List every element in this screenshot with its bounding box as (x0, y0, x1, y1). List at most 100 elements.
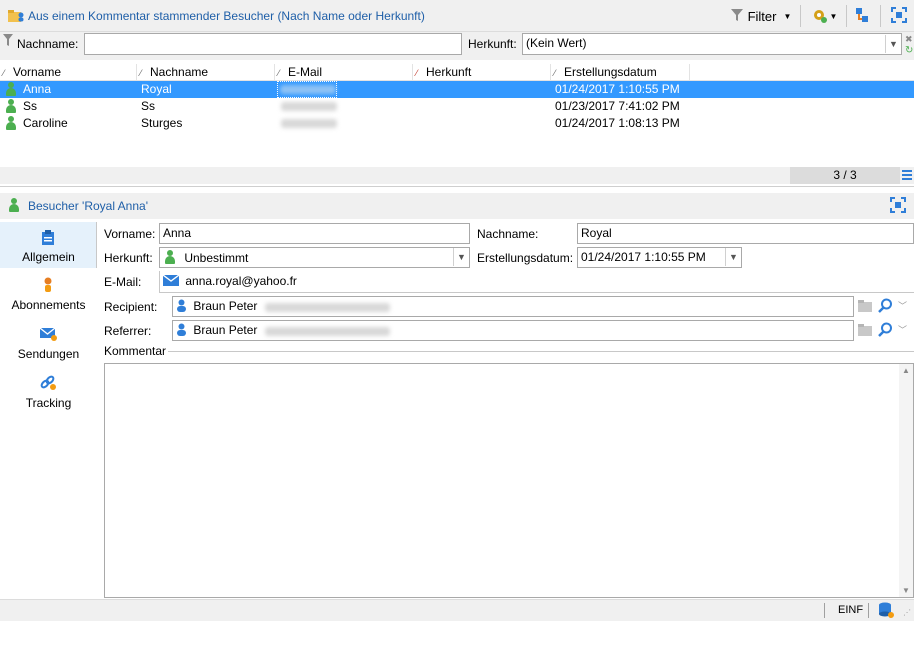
chevron-down-icon[interactable]: ▼ (885, 35, 901, 53)
sort-icon: ⁄ (3, 68, 5, 78)
chevron-down-icon[interactable]: ▼ (725, 248, 741, 266)
email-label: E-Mail: (104, 275, 142, 289)
herkunft-filter-value: (Kein Wert) (526, 36, 587, 50)
sort-icon: ⁄ (140, 68, 142, 78)
clear-filter-icon[interactable]: ✖ (905, 34, 913, 45)
erstellungsdatum-field[interactable]: 01/24/2017 1:10:55 PM ▼ (577, 247, 742, 268)
sort-icon: ⁄ (278, 68, 280, 78)
workflow-button[interactable] (852, 5, 872, 27)
erstellungsdatum-value: 01/24/2017 1:10:55 PM (581, 250, 706, 264)
person-icon (164, 250, 176, 264)
nav-label: Sendungen (17, 347, 80, 361)
expand-icon[interactable] (890, 197, 906, 216)
funnel-icon (3, 34, 13, 49)
grid-header: ⁄ Vorname ⁄ Nachname ⁄ E-Mail ⁄ Herkunft… (0, 64, 914, 81)
gear-icon (811, 7, 827, 26)
table-row[interactable]: Ss Ss 01/23/2017 7:41:02 PM (0, 98, 914, 115)
erstellungsdatum-label: Erstellungsdatum: (477, 251, 574, 265)
cell-erstellungsdatum: 01/24/2017 1:10:55 PM (555, 82, 680, 96)
vorname-field[interactable]: Anna (159, 223, 470, 244)
splitter[interactable] (0, 186, 914, 187)
status-mode: EINF (838, 604, 864, 616)
cell-vorname: Anna (23, 82, 52, 96)
window-title: Aus einem Kommentar stammender Besucher … (28, 9, 425, 23)
folder-icon[interactable] (858, 324, 872, 339)
toolbar-separator (800, 5, 801, 27)
actions-button[interactable]: ▼ (806, 5, 842, 27)
folder-icon[interactable] (858, 300, 872, 315)
table-row[interactable]: Anna Royal 01/24/2017 1:10:55 PM (0, 81, 914, 98)
referrer-email-blurred (265, 327, 390, 336)
filter-button[interactable]: Filter ▼ (726, 5, 796, 27)
envelope-icon (39, 327, 57, 344)
filter-bar: Nachname: Herkunft: (Kein Wert) ▼ ✖ ↻ (0, 32, 914, 60)
workflow-icon (855, 7, 869, 26)
kommentar-textarea[interactable] (104, 363, 914, 598)
nav-allgemein[interactable]: Allgemein (0, 222, 97, 268)
column-header-herkunft[interactable]: ⁄ Herkunft (413, 64, 551, 81)
link-icon (39, 375, 57, 394)
nav-sendungen[interactable]: Sendungen (0, 319, 97, 365)
column-header-vorname[interactable]: ⁄ Vorname (0, 64, 137, 81)
chevron-down-icon: ▼ (783, 11, 792, 21)
kommentar-divider (168, 351, 914, 352)
nav-abonnements[interactable]: Abonnements (0, 270, 97, 316)
cell-nachname: Sturges (141, 116, 183, 130)
window-toolbar: Aus einem Kommentar stammender Besucher … (0, 0, 914, 32)
nachname-field[interactable]: Royal (577, 223, 914, 244)
column-header-email[interactable]: ⁄ E-Mail (275, 64, 413, 81)
cell-email (277, 115, 337, 132)
chevron-down-icon[interactable]: ﹀ (898, 299, 907, 312)
expand-icon (891, 6, 907, 26)
database-icon[interactable] (878, 602, 894, 621)
recipient-label: Recipient: (104, 300, 158, 314)
search-icon[interactable] (878, 298, 893, 316)
chevron-down-icon[interactable]: ▼ (453, 248, 469, 266)
refresh-icon[interactable]: ↻ (905, 45, 913, 56)
email-field[interactable]: anna.royal@yahoo.fr (159, 271, 914, 293)
person-pin-icon (42, 277, 54, 296)
status-separator (824, 603, 825, 618)
nav-tracking[interactable]: Tracking (0, 368, 97, 414)
recipient-value: Braun Peter (193, 299, 258, 313)
recipient-email-blurred (265, 303, 390, 312)
nachname-filter-input[interactable] (84, 33, 462, 55)
chevron-up-icon[interactable]: ▲ (902, 366, 910, 375)
cell-vorname: Caroline (23, 116, 68, 130)
column-header-nachname[interactable]: ⁄ Nachname (137, 64, 275, 81)
cell-nachname: Royal (141, 82, 172, 96)
sort-icon: ⁄ (554, 68, 556, 78)
nav-label: Allgemein (22, 250, 75, 264)
detail-header: Besucher 'Royal Anna' (0, 193, 914, 219)
scrollbar[interactable]: ▲ ▼ (899, 364, 913, 597)
record-count: 3 / 3 (790, 167, 900, 184)
herkunft-filter-select[interactable]: (Kein Wert) ▼ (522, 33, 902, 55)
chevron-down-icon[interactable]: ▼ (902, 586, 910, 595)
nachname-label: Nachname: (477, 227, 539, 241)
resize-grip-icon[interactable]: ⋰ (903, 608, 911, 617)
chevron-down-icon[interactable]: ﹀ (898, 323, 907, 336)
herkunft-label: Herkunft: (104, 251, 153, 265)
cell-vorname: Ss (23, 99, 38, 113)
nav-label: Tracking (25, 396, 72, 410)
table-row[interactable]: Caroline Sturges 01/24/2017 1:08:13 PM (0, 115, 914, 132)
kommentar-label: Kommentar (104, 344, 170, 358)
cell-email (277, 98, 337, 115)
herkunft-value: Unbestimmt (184, 251, 249, 265)
menu-lines-icon[interactable] (902, 169, 912, 184)
referrer-field[interactable]: Braun Peter (172, 320, 854, 341)
search-icon[interactable] (878, 322, 893, 340)
person-icon (5, 116, 17, 133)
funnel-icon (730, 8, 743, 24)
detail-nav: Allgemein Abonnements Sendungen Tracking (0, 222, 97, 598)
cell-erstellungsdatum: 01/23/2017 7:41:02 PM (555, 99, 680, 113)
column-header-erstellungsdatum[interactable]: ⁄ Erstellungsdatum (551, 64, 690, 81)
recipient-field[interactable]: Braun Peter (172, 296, 854, 317)
cell-nachname: Ss (141, 99, 156, 113)
detail-title: Besucher 'Royal Anna' (28, 199, 148, 213)
toolbar-separator (846, 5, 847, 27)
vorname-label: Vorname: (104, 227, 156, 241)
maximize-button[interactable] (888, 5, 910, 27)
filter-label: Filter (747, 8, 777, 24)
herkunft-select[interactable]: Unbestimmt ▼ (159, 247, 470, 268)
